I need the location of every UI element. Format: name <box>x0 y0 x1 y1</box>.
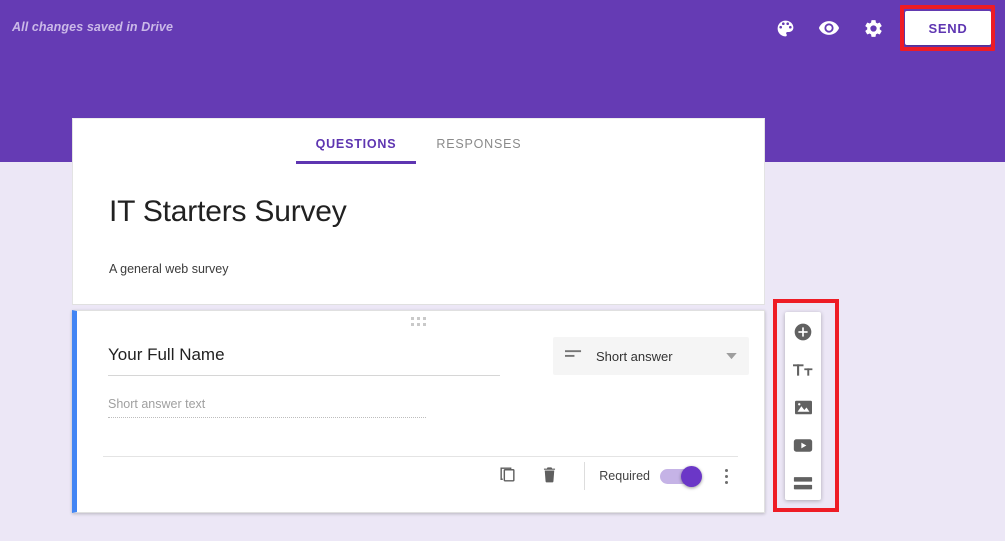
add-image-icon <box>794 399 813 419</box>
tab-responses[interactable]: RESPONSES <box>416 137 541 164</box>
chevron-down-icon <box>726 347 737 365</box>
form-tab-bar: QUESTIONS RESPONSES <box>72 118 765 164</box>
question-card[interactable]: Your Full Name Short answer text Short a… <box>72 310 765 513</box>
preview-icon-button[interactable] <box>807 6 851 50</box>
question-body: Your Full Name Short answer text Short a… <box>77 311 764 418</box>
add-question-button[interactable] <box>788 320 818 346</box>
add-section-button[interactable] <box>788 472 818 498</box>
add-video-icon <box>793 438 813 456</box>
toggle-knob <box>681 465 702 487</box>
question-footer-toolbar: Required <box>486 452 744 500</box>
header-action-bar: SEND <box>763 0 1005 56</box>
palette-icon <box>775 18 796 39</box>
more-options-button[interactable] <box>708 456 744 496</box>
add-section-icon <box>793 476 813 494</box>
delete-question-button[interactable] <box>528 455 570 497</box>
add-item-toolbar <box>785 312 821 500</box>
settings-icon-button[interactable] <box>851 6 895 50</box>
required-toggle[interactable] <box>660 465 702 487</box>
send-button-container: SEND <box>905 11 991 45</box>
add-title-button[interactable] <box>788 358 818 384</box>
form-title[interactable]: IT Starters Survey <box>109 194 728 230</box>
short-answer-placeholder: Short answer text <box>108 397 426 418</box>
duplicate-question-button[interactable] <box>486 455 528 497</box>
form-header-card[interactable]: IT Starters Survey A general web survey <box>72 164 765 305</box>
add-question-icon <box>793 322 813 345</box>
gear-icon <box>863 18 884 39</box>
form-description[interactable]: A general web survey <box>109 262 728 276</box>
palette-icon-button[interactable] <box>763 6 807 50</box>
add-title-icon <box>792 362 814 381</box>
tab-questions[interactable]: QUESTIONS <box>295 137 417 164</box>
google-forms-editor: All changes saved in Drive SEND QUESTION… <box>0 0 1005 541</box>
question-type-label: Short answer <box>596 348 673 364</box>
question-type-select[interactable]: Short answer <box>553 337 749 375</box>
add-video-button[interactable] <box>788 434 818 460</box>
delete-icon <box>540 465 559 487</box>
add-image-button[interactable] <box>788 396 818 422</box>
question-left-column: Your Full Name Short answer text <box>108 345 500 418</box>
required-label: Required <box>599 469 650 483</box>
short-answer-icon <box>565 347 582 365</box>
page-bottom-strip <box>0 531 1005 541</box>
duplicate-icon <box>498 465 517 487</box>
footer-divider <box>584 462 586 490</box>
send-button[interactable]: SEND <box>905 11 991 45</box>
eye-icon <box>818 17 840 39</box>
save-status-text: All changes saved in Drive <box>12 20 173 34</box>
question-title-input[interactable]: Your Full Name <box>108 345 500 376</box>
